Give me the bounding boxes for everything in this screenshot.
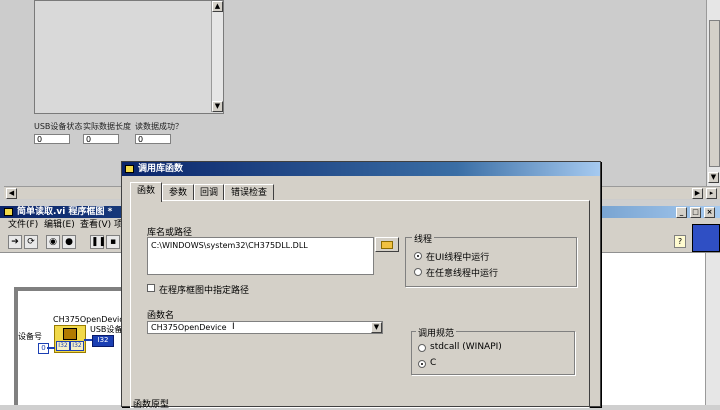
abort-icon[interactable]: ● (62, 235, 76, 249)
maximize-button[interactable]: □ (690, 207, 701, 218)
wire-out (84, 339, 92, 341)
usb-status-label: USB设备状态 (34, 122, 83, 131)
read-success-indicator: 0 (135, 134, 171, 144)
front-panel-vertical-scrollbar[interactable]: ▼ (706, 0, 720, 186)
c-convention-radio[interactable] (418, 360, 426, 368)
run-continuously-icon[interactable]: ⟳ (24, 235, 38, 249)
data-length-label: 实际数据长度 (83, 122, 131, 131)
tab-callbacks[interactable]: 回调 (194, 184, 224, 201)
scroll-thumb[interactable] (709, 20, 720, 167)
node-terminal-out: I32 (70, 341, 84, 351)
c-convention-label: C (430, 358, 437, 368)
device-number-label: 设备号 (18, 332, 42, 341)
scroll-down-icon[interactable]: ▼ (212, 101, 223, 112)
usb-device-indicator-terminal[interactable]: I32 (92, 335, 114, 347)
call-library-function-node[interactable]: I32 I32 (54, 325, 86, 353)
scroll-down-icon[interactable]: ▼ (708, 172, 719, 183)
block-diagram-title: 简单读取.vi 程序框图 * (17, 207, 113, 217)
chevron-down-icon[interactable]: ▼ (371, 322, 382, 333)
call-library-function-dialog: 调用库函数 函数 参数 回调 错误检查 库名或路径 C:\WINDOWS\sys… (121, 161, 601, 410)
help-icon[interactable]: ? (674, 235, 686, 248)
run-arrow-icon[interactable]: ➔ (8, 235, 22, 249)
calling-convention-groupbox: 调用规范 stdcall (WINAPI) C (411, 326, 575, 375)
tab-parameters[interactable]: 参数 (162, 184, 194, 201)
menu-view[interactable]: 查看(V) (80, 218, 111, 232)
function-name-value: CH375OpenDevice (151, 323, 227, 332)
scroll-up-icon[interactable]: ▲ (212, 1, 223, 12)
scroll-right-icon[interactable]: ▶ (692, 188, 703, 199)
tab-error-checking[interactable]: 错误检查 (224, 184, 274, 201)
node-glyph-icon (63, 328, 77, 340)
run-in-ui-thread-radio[interactable] (414, 252, 422, 260)
thread-groupbox: 线程 在UI线程中运行 在任意线程中运行 (405, 232, 577, 287)
vi-icon[interactable] (692, 224, 720, 252)
usb-device-label: USB设备 (90, 325, 123, 334)
function-name-label: 函数名 (147, 311, 175, 321)
function-name-dropdown[interactable]: CH375OpenDevice I ▼ (147, 321, 383, 334)
node-terminal-in: I32 (56, 341, 70, 351)
run-in-any-thread-radio[interactable] (414, 268, 422, 276)
close-button[interactable]: × (704, 207, 715, 218)
minimize-button[interactable]: _ (676, 207, 687, 218)
run-in-ui-thread-label: 在UI线程中运行 (426, 253, 490, 263)
read-success-label: 读数据成功？ (135, 122, 183, 131)
step-icon[interactable]: ▪ (106, 235, 120, 249)
call-node-label: CH375OpenDevice (53, 315, 129, 324)
browse-folder-button[interactable] (375, 237, 399, 252)
stdcall-radio[interactable] (418, 344, 426, 352)
scroll-left-icon[interactable]: ◀ (6, 188, 17, 199)
stdcall-label: stdcall (WINAPI) (430, 342, 502, 352)
data-length-indicator: 0 (83, 134, 119, 144)
block-diagram-vertical-scrollbar[interactable] (705, 253, 720, 405)
listbox-vertical-scrollbar[interactable]: ▲ ▼ (211, 1, 223, 112)
library-path-value: C:\WINDOWS\system32\CH375DLL.DLL (151, 241, 308, 250)
usb-status-indicator: 0 (34, 134, 70, 144)
thread-group-label: 线程 (412, 232, 435, 245)
highlight-execution-icon[interactable]: ◉ (46, 235, 60, 249)
string-indicator-listbox[interactable]: ▲ ▼ (34, 0, 224, 114)
dialog-title: 调用库函数 (138, 164, 184, 174)
labview-icon (125, 165, 134, 173)
tab-function[interactable]: 函数 (130, 182, 162, 202)
text-cursor-icon: I (232, 322, 235, 332)
menu-file[interactable]: 文件(F) (8, 218, 38, 232)
function-tab-pane: 库名或路径 C:\WINDOWS\system32\CH375DLL.DLL 在… (130, 200, 590, 410)
specify-path-label: 在程序框图中指定路径 (159, 286, 250, 296)
dialog-titlebar[interactable]: 调用库函数 (122, 162, 600, 176)
run-in-any-thread-label: 在任意线程中运行 (426, 269, 499, 279)
folder-icon (381, 241, 393, 249)
menu-edit[interactable]: 编辑(E) (44, 218, 75, 232)
library-path-field[interactable]: C:\WINDOWS\system32\CH375DLL.DLL (147, 237, 374, 275)
labview-icon (4, 208, 13, 216)
wire-in (47, 347, 55, 349)
calling-convention-label: 调用规范 (416, 326, 457, 339)
resize-grip-icon[interactable]: ▸ (706, 188, 717, 199)
function-prototype-label: 函数原型 (133, 400, 170, 410)
pause-icon[interactable]: ❚❚ (90, 235, 106, 249)
specify-path-checkbox[interactable] (147, 284, 155, 292)
